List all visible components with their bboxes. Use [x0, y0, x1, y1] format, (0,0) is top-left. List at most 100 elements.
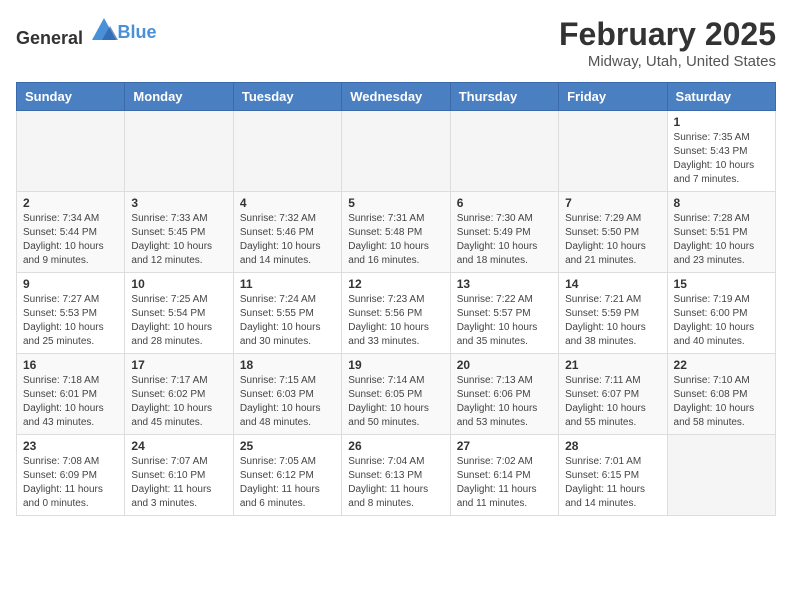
- day-info: Sunrise: 7:05 AM Sunset: 6:12 PM Dayligh…: [240, 455, 335, 511]
- day-info: Sunrise: 7:04 AM Sunset: 6:13 PM Dayligh…: [348, 455, 443, 511]
- day-info: Sunrise: 7:35 AM Sunset: 5:43 PM Dayligh…: [674, 131, 769, 187]
- day-info: Sunrise: 7:32 AM Sunset: 5:46 PM Dayligh…: [240, 212, 335, 268]
- day-info: Sunrise: 7:31 AM Sunset: 5:48 PM Dayligh…: [348, 212, 443, 268]
- weekday-header-wednesday: Wednesday: [342, 83, 450, 111]
- day-number: 2: [23, 196, 118, 210]
- day-info: Sunrise: 7:23 AM Sunset: 5:56 PM Dayligh…: [348, 293, 443, 349]
- day-info: Sunrise: 7:13 AM Sunset: 6:06 PM Dayligh…: [457, 374, 552, 430]
- day-number: 14: [565, 277, 660, 291]
- calendar-cell: 6 Sunrise: 7:30 AM Sunset: 5:49 PM Daylig…: [450, 192, 558, 273]
- calendar-cell: 3 Sunrise: 7:33 AM Sunset: 5:45 PM Daylig…: [125, 192, 233, 273]
- day-number: 28: [565, 439, 660, 453]
- day-info: Sunrise: 7:11 AM Sunset: 6:07 PM Dayligh…: [565, 374, 660, 430]
- weekday-header-monday: Monday: [125, 83, 233, 111]
- week-row-4: 16 Sunrise: 7:18 AM Sunset: 6:01 PM Dayli…: [17, 354, 776, 435]
- day-number: 20: [457, 358, 552, 372]
- day-number: 26: [348, 439, 443, 453]
- weekday-header-sunday: Sunday: [17, 83, 125, 111]
- calendar-cell: 20 Sunrise: 7:13 AM Sunset: 6:06 PM Dayli…: [450, 354, 558, 435]
- calendar-cell: 4 Sunrise: 7:32 AM Sunset: 5:46 PM Daylig…: [233, 192, 341, 273]
- day-number: 23: [23, 439, 118, 453]
- calendar-cell: 5Sunrise: 7:31 AM Sunset: 5:48 PM Daylig…: [342, 192, 450, 273]
- day-info: Sunrise: 7:33 AM Sunset: 5:45 PM Dayligh…: [131, 212, 226, 268]
- day-number: 1: [674, 115, 769, 129]
- calendar-cell: 22 Sunrise: 7:10 AM Sunset: 6:08 PM Dayli…: [667, 354, 775, 435]
- calendar-cell: 9Sunrise: 7:27 AM Sunset: 5:53 PM Daylig…: [17, 273, 125, 354]
- calendar-cell: 2 Sunrise: 7:34 AM Sunset: 5:44 PM Daylig…: [17, 192, 125, 273]
- week-row-3: 9Sunrise: 7:27 AM Sunset: 5:53 PM Daylig…: [17, 273, 776, 354]
- day-info: Sunrise: 7:21 AM Sunset: 5:59 PM Dayligh…: [565, 293, 660, 349]
- day-number: 17: [131, 358, 226, 372]
- day-number: 11: [240, 277, 335, 291]
- calendar-cell: 14 Sunrise: 7:21 AM Sunset: 5:59 PM Dayli…: [559, 273, 667, 354]
- calendar-cell: 7Sunrise: 7:29 AM Sunset: 5:50 PM Daylig…: [559, 192, 667, 273]
- calendar-cell: [125, 111, 233, 192]
- calendar-cell: 10Sunrise: 7:25 AM Sunset: 5:54 PM Dayli…: [125, 273, 233, 354]
- day-info: Sunrise: 7:34 AM Sunset: 5:44 PM Dayligh…: [23, 212, 118, 268]
- calendar-cell: [559, 111, 667, 192]
- calendar-cell: 13Sunrise: 7:22 AM Sunset: 5:57 PM Dayli…: [450, 273, 558, 354]
- day-info: Sunrise: 7:10 AM Sunset: 6:08 PM Dayligh…: [674, 374, 769, 430]
- weekday-header-saturday: Saturday: [667, 83, 775, 111]
- day-info: Sunrise: 7:30 AM Sunset: 5:49 PM Dayligh…: [457, 212, 552, 268]
- day-number: 21: [565, 358, 660, 372]
- day-info: Sunrise: 7:27 AM Sunset: 5:53 PM Dayligh…: [23, 293, 118, 349]
- calendar-cell: 18 Sunrise: 7:15 AM Sunset: 6:03 PM Dayli…: [233, 354, 341, 435]
- logo: General Blue: [16, 16, 157, 49]
- day-number: 25: [240, 439, 335, 453]
- calendar-cell: 19 Sunrise: 7:14 AM Sunset: 6:05 PM Dayli…: [342, 354, 450, 435]
- day-number: 16: [23, 358, 118, 372]
- day-number: 15: [674, 277, 769, 291]
- day-info: Sunrise: 7:22 AM Sunset: 5:57 PM Dayligh…: [457, 293, 552, 349]
- calendar-cell: 26 Sunrise: 7:04 AM Sunset: 6:13 PM Dayli…: [342, 435, 450, 516]
- calendar-cell: 23 Sunrise: 7:08 AM Sunset: 6:09 PM Dayli…: [17, 435, 125, 516]
- calendar-cell: 25 Sunrise: 7:05 AM Sunset: 6:12 PM Dayli…: [233, 435, 341, 516]
- calendar-cell: [233, 111, 341, 192]
- day-number: 3: [131, 196, 226, 210]
- day-info: Sunrise: 7:07 AM Sunset: 6:10 PM Dayligh…: [131, 455, 226, 511]
- weekday-header-row: SundayMondayTuesdayWednesdayThursdayFrid…: [17, 83, 776, 111]
- calendar-cell: 27Sunrise: 7:02 AM Sunset: 6:14 PM Dayli…: [450, 435, 558, 516]
- calendar-table: SundayMondayTuesdayWednesdayThursdayFrid…: [16, 82, 776, 516]
- logo-blue-text: Blue: [118, 22, 157, 42]
- day-number: 18: [240, 358, 335, 372]
- weekday-header-thursday: Thursday: [450, 83, 558, 111]
- day-info: Sunrise: 7:01 AM Sunset: 6:15 PM Dayligh…: [565, 455, 660, 511]
- calendar-cell: 11Sunrise: 7:24 AM Sunset: 5:55 PM Dayli…: [233, 273, 341, 354]
- calendar-cell: [667, 435, 775, 516]
- month-title: February 2025: [559, 16, 776, 53]
- calendar-cell: 17 Sunrise: 7:17 AM Sunset: 6:02 PM Dayli…: [125, 354, 233, 435]
- day-info: Sunrise: 7:14 AM Sunset: 6:05 PM Dayligh…: [348, 374, 443, 430]
- calendar-cell: [17, 111, 125, 192]
- calendar-cell: [450, 111, 558, 192]
- day-number: 12: [348, 277, 443, 291]
- weekday-header-tuesday: Tuesday: [233, 83, 341, 111]
- title-block: February 2025 Midway, Utah, United State…: [559, 16, 776, 70]
- week-row-2: 2 Sunrise: 7:34 AM Sunset: 5:44 PM Daylig…: [17, 192, 776, 273]
- weekday-header-friday: Friday: [559, 83, 667, 111]
- calendar-cell: 15Sunrise: 7:19 AM Sunset: 6:00 PM Dayli…: [667, 273, 775, 354]
- logo-general-text: General: [16, 28, 83, 48]
- day-info: Sunrise: 7:18 AM Sunset: 6:01 PM Dayligh…: [23, 374, 118, 430]
- location-title: Midway, Utah, United States: [559, 53, 776, 70]
- day-info: Sunrise: 7:08 AM Sunset: 6:09 PM Dayligh…: [23, 455, 118, 511]
- calendar-cell: 12 Sunrise: 7:23 AM Sunset: 5:56 PM Dayli…: [342, 273, 450, 354]
- calendar-cell: [342, 111, 450, 192]
- day-info: Sunrise: 7:28 AM Sunset: 5:51 PM Dayligh…: [674, 212, 769, 268]
- day-number: 19: [348, 358, 443, 372]
- day-number: 4: [240, 196, 335, 210]
- day-info: Sunrise: 7:15 AM Sunset: 6:03 PM Dayligh…: [240, 374, 335, 430]
- day-number: 22: [674, 358, 769, 372]
- calendar-cell: 1 Sunrise: 7:35 AM Sunset: 5:43 PM Daylig…: [667, 111, 775, 192]
- calendar-cell: 28 Sunrise: 7:01 AM Sunset: 6:15 PM Dayli…: [559, 435, 667, 516]
- logo-icon: [90, 16, 118, 44]
- week-row-1: 1 Sunrise: 7:35 AM Sunset: 5:43 PM Daylig…: [17, 111, 776, 192]
- day-number: 8: [674, 196, 769, 210]
- day-info: Sunrise: 7:29 AM Sunset: 5:50 PM Dayligh…: [565, 212, 660, 268]
- day-info: Sunrise: 7:17 AM Sunset: 6:02 PM Dayligh…: [131, 374, 226, 430]
- day-info: Sunrise: 7:25 AM Sunset: 5:54 PM Dayligh…: [131, 293, 226, 349]
- day-number: 27: [457, 439, 552, 453]
- calendar-cell: 8 Sunrise: 7:28 AM Sunset: 5:51 PM Daylig…: [667, 192, 775, 273]
- day-number: 24: [131, 439, 226, 453]
- day-number: 6: [457, 196, 552, 210]
